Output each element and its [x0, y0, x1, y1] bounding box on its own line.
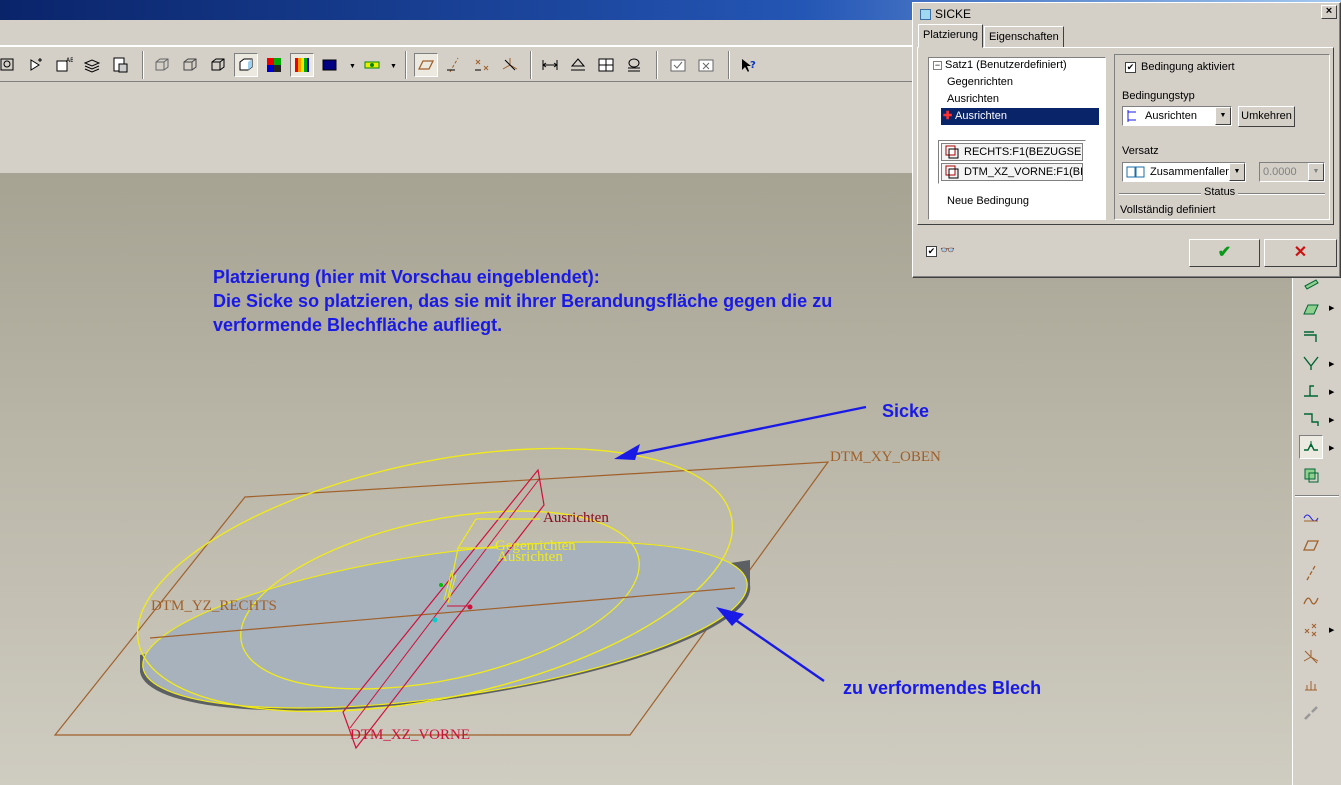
- color-appearance-icon[interactable]: [262, 53, 286, 77]
- constraint-ausrichten-1[interactable]: Ausrichten: [947, 93, 999, 105]
- constraint-tree: − Satz1 (Benutzerdefiniert) Gegenrichten…: [928, 57, 1106, 220]
- curve-icon[interactable]: [1299, 589, 1323, 613]
- coincident-icon: [1126, 166, 1145, 178]
- annotation-heading-line1: Platzierung (hier mit Vorschau eingeblen…: [213, 267, 600, 287]
- shading-icon[interactable]: [234, 53, 258, 77]
- constraint-type-select[interactable]: Ausrichten ▼: [1122, 106, 1232, 126]
- tab-platzierung[interactable]: Platzierung: [918, 24, 984, 48]
- offset-label: Versatz: [1122, 145, 1159, 157]
- constraint-label-ausrichten-yellow: Ausrichten: [497, 549, 563, 565]
- flip-button[interactable]: Umkehren: [1238, 106, 1295, 127]
- datum-plane-ref-icon: [945, 145, 959, 159]
- constraint-set[interactable]: Satz1 (Benutzerdefiniert): [945, 59, 1067, 71]
- bend-back-icon[interactable]: [1299, 407, 1323, 431]
- sicke-dialog: SICKE × Platzierung Eigenschaften − Satz…: [912, 2, 1341, 278]
- flat-wall-icon[interactable]: [1299, 297, 1323, 321]
- glasses-icon: 👓: [940, 243, 955, 257]
- layers-icon[interactable]: [80, 53, 104, 77]
- form-icon[interactable]: [1299, 463, 1323, 487]
- constraint-gegenrichten[interactable]: Gegenrichten: [947, 76, 1013, 88]
- cancel-button[interactable]: ✕: [1264, 239, 1337, 267]
- constraint-label-ausrichten-red: Ausrichten: [543, 510, 609, 526]
- point-icon[interactable]: [1299, 617, 1323, 641]
- axis-icon[interactable]: [1299, 561, 1323, 585]
- offset-type-select[interactable]: Zusammenfallend ▼: [1122, 162, 1246, 182]
- datum-axes-icon[interactable]: [442, 53, 466, 77]
- status-value: Vollständig definiert: [1120, 204, 1216, 216]
- offset-value-field[interactable]: 0.0000 ▼: [1259, 162, 1325, 182]
- chevron-down-icon[interactable]: ▼: [1229, 163, 1245, 181]
- named-view-icon[interactable]: AB: [52, 53, 76, 77]
- section-icon[interactable]: [594, 53, 618, 77]
- zoom-icon[interactable]: [0, 53, 20, 77]
- dialog-title: SICKE: [935, 7, 972, 21]
- constraint-properties: ✔ Bedingung aktiviert Bedingungstyp Ausr…: [1114, 54, 1330, 220]
- reference-item-vorne[interactable]: DTM_XZ_VORNE:F1(BE: [941, 163, 1083, 181]
- measure-icon[interactable]: [538, 53, 562, 77]
- plane-icon[interactable]: [1299, 533, 1323, 557]
- window-icon: [920, 8, 931, 20]
- chain-icon[interactable]: [1299, 701, 1323, 725]
- constraint-enabled-checkbox[interactable]: ✔: [1125, 62, 1136, 73]
- tab-eigenschaften[interactable]: Eigenschaften: [984, 26, 1064, 48]
- context-help-icon[interactable]: ?: [736, 53, 760, 77]
- blech-arrow: [723, 611, 825, 682]
- constraint-type-label: Bedingungstyp: [1122, 90, 1195, 102]
- reference-list: RECHTS:F1(BEZUGSEB DTM_XZ_VORNE:F1(BE: [938, 140, 1086, 184]
- placement-panel: − Satz1 (Benutzerdefiniert) Gegenrichten…: [917, 47, 1334, 225]
- analysis-feature-icon[interactable]: [1299, 673, 1323, 697]
- wireframe-icon[interactable]: [150, 53, 174, 77]
- annotation-sicke: Sicke: [882, 401, 930, 421]
- unbend-icon[interactable]: [1299, 379, 1323, 403]
- flange-icon[interactable]: [1299, 323, 1323, 347]
- annotation-blech: zu verformendes Blech: [843, 678, 1042, 698]
- datum-label-xz[interactable]: DTM_XZ_VORNE: [350, 727, 470, 744]
- csys-icon[interactable]: [1299, 645, 1323, 669]
- datum-plane-ref-icon: [945, 165, 959, 179]
- appearance-icon[interactable]: [318, 53, 342, 77]
- no-hidden-icon[interactable]: [206, 53, 230, 77]
- bend-icon[interactable]: [1299, 351, 1323, 375]
- chevron-down-icon: ▼: [1308, 163, 1324, 181]
- hidden-line-icon[interactable]: [178, 53, 202, 77]
- datum-label-yz[interactable]: DTM_YZ_RECHTS: [151, 598, 277, 615]
- analysis-icon[interactable]: [566, 53, 590, 77]
- annotation-heading-line2: Die Sicke so platzieren, das sie mit ihr…: [213, 291, 833, 311]
- new-constraint[interactable]: Neue Bedingung: [947, 195, 1029, 207]
- datum-points-icon[interactable]: [470, 53, 494, 77]
- svg-text:?: ?: [750, 60, 756, 71]
- datum-planes-icon[interactable]: [414, 53, 438, 77]
- status-heading: Status: [1201, 186, 1239, 198]
- constraint-enabled-label: Bedingung aktiviert: [1141, 61, 1235, 73]
- constraint-ausrichten-2[interactable]: ✚ Ausrichten: [941, 108, 1099, 125]
- window-close-icon[interactable]: [694, 53, 718, 77]
- window-activate-icon[interactable]: [666, 53, 690, 77]
- annotation-heading-line3: verformende Blechfläche aufliegt.: [213, 315, 503, 335]
- datum-plane-icon[interactable]: [1299, 505, 1323, 529]
- coordinate-systems-icon[interactable]: [498, 53, 522, 77]
- chevron-down-icon[interactable]: ▼: [1215, 107, 1231, 125]
- close-button[interactable]: ×: [1321, 5, 1337, 19]
- model-tree-icon[interactable]: [108, 53, 132, 77]
- constraint-ausrichten-2-label: Ausrichten: [955, 110, 1007, 122]
- inspect-icon[interactable]: [622, 53, 646, 77]
- svg-text:AB: AB: [66, 57, 73, 64]
- punch-icon[interactable]: [1299, 435, 1323, 459]
- reference-item-rechts[interactable]: RECHTS:F1(BEZUGSEB: [941, 143, 1083, 161]
- collapse-icon[interactable]: −: [933, 61, 942, 70]
- red-plus-icon: ✚: [943, 110, 953, 122]
- align-icon: [1127, 110, 1136, 122]
- preview-checkbox[interactable]: ✔: [926, 246, 937, 257]
- ok-button[interactable]: ✔: [1189, 239, 1260, 267]
- dialog-titlebar[interactable]: SICKE: [916, 5, 1338, 23]
- datum-label-xy[interactable]: DTM_XY_OBEN: [830, 449, 941, 466]
- spin-center-icon[interactable]: [24, 53, 48, 77]
- saved-view-icon[interactable]: [360, 53, 384, 77]
- color-palette-icon[interactable]: [290, 53, 314, 77]
